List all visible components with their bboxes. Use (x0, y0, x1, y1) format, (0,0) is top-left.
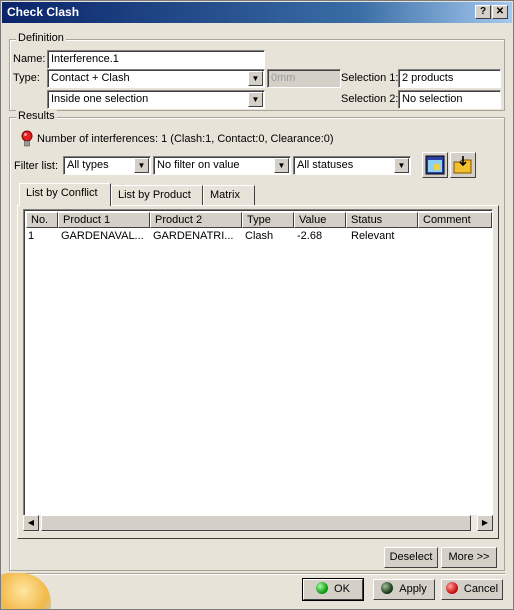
export-folder-button[interactable] (450, 152, 476, 178)
arrow-right-icon: ▶ (481, 518, 489, 527)
title-bar[interactable]: Check Clash ? ✕ (2, 2, 512, 23)
type-dropdown[interactable]: Contact + Clash ▼ (47, 69, 265, 88)
name-label: Name: (13, 53, 46, 65)
filter-status-dropdown[interactable]: All statuses ▼ (293, 156, 411, 175)
scroll-right-button[interactable]: ▶ (477, 515, 493, 531)
row-no: 1 (28, 230, 35, 242)
window-title: Check Clash (7, 5, 80, 19)
deselect-button[interactable]: Deselect (384, 547, 438, 568)
chevron-down-icon[interactable]: ▼ (248, 92, 263, 107)
column-header-value[interactable]: Value (294, 212, 346, 228)
cancel-button[interactable]: Cancel (441, 579, 503, 600)
selection1-field[interactable]: 2 products (398, 69, 501, 88)
ok-button-label: OK (334, 583, 350, 595)
check-clash-dialog: Check Clash ? ✕ Definition Name: Interfe… (0, 0, 514, 610)
interference-bulb-icon (21, 130, 33, 147)
ok-green-icon (316, 582, 329, 595)
selection2-field[interactable]: No selection (398, 90, 501, 109)
filter-status-value: All statuses (297, 159, 354, 171)
chevron-down-icon[interactable]: ▼ (248, 71, 263, 86)
results-group-label: Results (16, 110, 57, 122)
scroll-left-button[interactable]: ◀ (23, 515, 39, 531)
help-icon: ? (479, 6, 487, 17)
close-button[interactable]: ✕ (492, 5, 508, 19)
type-label: Type: (13, 72, 40, 84)
apply-button-label: Apply (399, 583, 427, 595)
column-header-comment[interactable]: Comment (418, 212, 492, 228)
column-header-type[interactable]: Type (242, 212, 294, 228)
apply-dark-icon (381, 582, 394, 595)
chevron-down-icon[interactable]: ▼ (134, 158, 149, 173)
filter-type-value: All types (67, 159, 109, 171)
column-header-no[interactable]: No. (26, 212, 58, 228)
ok-button[interactable]: OK (302, 578, 364, 601)
catia-globe-logo (1, 573, 51, 609)
row-type: Clash (245, 230, 274, 242)
chevron-down-icon[interactable]: ▼ (274, 158, 289, 173)
scroll-thumb[interactable] (41, 515, 471, 531)
preview-window-icon (425, 155, 445, 175)
more-button[interactable]: More >> (441, 547, 497, 568)
column-header-product2[interactable]: Product 2 (150, 212, 242, 228)
preview-window-button[interactable] (422, 152, 448, 178)
cancel-red-icon (445, 582, 458, 595)
selection2-label: Selection 2: (341, 93, 399, 105)
definition-group-label: Definition (16, 32, 66, 44)
selection1-label: Selection 1: (341, 72, 399, 84)
tab-list-by-product[interactable]: List by Product (111, 185, 203, 205)
filter-value-value: No filter on value (157, 159, 240, 171)
row-product2: GARDENATRI... (153, 230, 234, 242)
filter-type-dropdown[interactable]: All types ▼ (63, 156, 151, 175)
cancel-button-label: Cancel (463, 583, 499, 595)
clearance-field: 0mm (267, 69, 341, 88)
type-dropdown-value: Contact + Clash (51, 72, 130, 84)
help-button[interactable]: ? (475, 5, 491, 19)
row-product1: GARDENAVAL... (61, 230, 144, 242)
row-status: Relevant (351, 230, 395, 242)
conflict-list[interactable]: No. Product 1 Product 2 Type Value Statu… (23, 209, 493, 531)
filter-value-dropdown[interactable]: No filter on value ▼ (153, 156, 291, 175)
column-header-status[interactable]: Status (346, 212, 418, 228)
arrow-left-icon: ◀ (27, 518, 35, 527)
filter-label: Filter list: (14, 160, 58, 172)
horizontal-scrollbar[interactable]: ◀ ▶ (23, 515, 493, 532)
chevron-down-icon[interactable]: ▼ (394, 158, 409, 173)
tab-matrix[interactable]: Matrix (203, 185, 255, 205)
apply-button[interactable]: Apply (373, 579, 435, 600)
footer-separator (9, 573, 505, 575)
scope-dropdown-value: Inside one selection (51, 93, 149, 105)
interference-summary-text: Number of interferences: 1 (Clash:1, Con… (37, 133, 334, 145)
row-value: -2.68 (297, 230, 323, 242)
export-folder-icon (453, 156, 472, 174)
scope-dropdown[interactable]: Inside one selection ▼ (47, 90, 265, 109)
column-header-product1[interactable]: Product 1 (58, 212, 150, 228)
name-field[interactable]: Interference.1 (47, 50, 265, 69)
close-icon: ✕ (495, 6, 505, 17)
tab-list-by-conflict[interactable]: List by Conflict (19, 183, 111, 206)
